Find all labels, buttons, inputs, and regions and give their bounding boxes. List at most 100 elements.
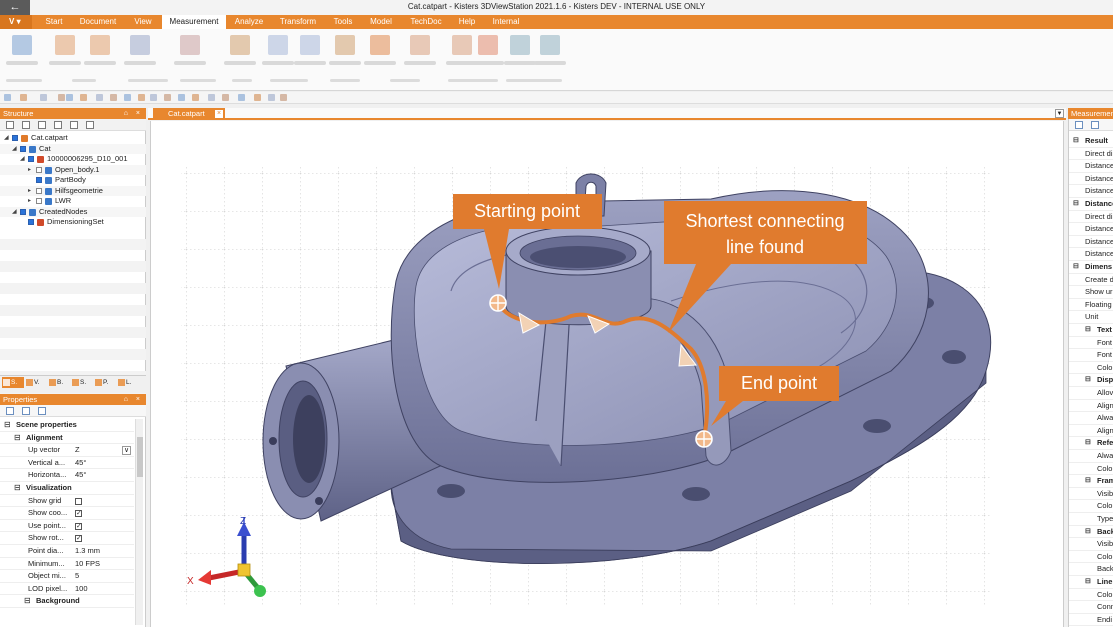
tab-analyze[interactable]: Analyze: [229, 15, 269, 29]
chevron-down-icon[interactable]: ◢: [20, 156, 25, 162]
measurement-property[interactable]: Floating: [1069, 299, 1113, 312]
measurement-property[interactable]: Distance: [1069, 185, 1113, 198]
property-value[interactable]: 5: [75, 570, 79, 583]
measurement-property[interactable]: Align: [1069, 400, 1113, 413]
quick-access-icon[interactable]: [268, 94, 275, 101]
ribbon-tool-icon[interactable]: [478, 35, 498, 55]
ribbon-tool-icon[interactable]: [55, 35, 75, 55]
tree-node[interactable]: DimensioningSet: [0, 217, 146, 228]
measurement-category[interactable]: ⊟ Fram: [1069, 475, 1113, 488]
ribbon-tool-icon[interactable]: [540, 35, 560, 55]
chevron-down-icon[interactable]: ◢: [12, 146, 17, 152]
property-row[interactable]: Object mi... 5: [0, 570, 134, 583]
ribbon-tool-icon[interactable]: [90, 35, 110, 55]
property-checkbox[interactable]: ✓: [75, 522, 82, 530]
tree-node[interactable]: ◢ 10000006295_D10_001: [0, 154, 146, 165]
ribbon-tool-icon[interactable]: [335, 35, 355, 55]
alphabetical-icon[interactable]: [1091, 121, 1099, 129]
quick-access-icon[interactable]: [138, 94, 145, 101]
ribbon-tool-icon[interactable]: [510, 35, 530, 55]
chevron-down-icon[interactable]: ◢: [12, 209, 17, 215]
quick-access-icon[interactable]: [222, 94, 229, 101]
tab-view[interactable]: View: [127, 15, 159, 29]
panel-tab[interactable]: V.: [25, 377, 47, 388]
measurement-property[interactable]: Distance: [1069, 248, 1113, 261]
ribbon-tool-icon[interactable]: [410, 35, 430, 55]
chevron-down-icon[interactable]: [20, 220, 25, 225]
quick-access-icon[interactable]: [96, 94, 103, 101]
visibility-checkbox[interactable]: [36, 177, 42, 183]
tree-node[interactable]: ◢ CreatedNodes: [0, 206, 146, 217]
collapse-icon[interactable]: ⊟: [1085, 576, 1091, 588]
quick-access-icon[interactable]: [192, 94, 199, 101]
measurement-property[interactable]: Back: [1069, 563, 1113, 576]
visibility-checkbox[interactable]: [20, 208, 26, 215]
properties-scrollbar[interactable]: [135, 419, 143, 625]
tree-node[interactable]: PartBody: [0, 175, 146, 186]
panel-tab[interactable]: P.: [94, 377, 116, 388]
measurement-property[interactable]: Alwa: [1069, 412, 1113, 425]
measurement-category[interactable]: ⊟ Line: [1069, 576, 1113, 589]
tree-node[interactable]: ▸ LWR: [0, 196, 146, 207]
property-row[interactable]: Use point... ✓: [0, 520, 134, 533]
collapse-icon[interactable]: ⊟: [1085, 374, 1091, 386]
property-value[interactable]: 10 FPS: [75, 558, 100, 571]
measurement-category[interactable]: ⊟ Disp: [1069, 374, 1113, 387]
quick-access-icon[interactable]: [254, 94, 261, 101]
property-value[interactable]: 100: [75, 583, 88, 596]
chevron-right-icon[interactable]: ▸: [28, 188, 33, 194]
tab-techdoc[interactable]: TechDoc: [404, 15, 448, 29]
collapse-all-icon[interactable]: [22, 121, 30, 129]
measurement-property[interactable]: Endi: [1069, 614, 1113, 627]
close-tab-icon[interactable]: ×: [215, 110, 223, 118]
property-row[interactable]: Show coo... ✓: [0, 507, 134, 520]
property-pages-icon[interactable]: [38, 407, 46, 415]
measurement-property[interactable]: Allov: [1069, 387, 1113, 400]
property-row[interactable]: Show rot... ✓: [0, 532, 134, 545]
chevron-down-icon[interactable]: ▼: [1055, 109, 1064, 118]
tab-transform[interactable]: Transform: [274, 15, 322, 29]
quick-access-icon[interactable]: [58, 94, 65, 101]
visibility-checkbox[interactable]: [28, 156, 34, 162]
scrollbar-thumb[interactable]: [137, 437, 143, 477]
expand-all-icon[interactable]: [6, 121, 14, 129]
quick-access-icon[interactable]: [238, 94, 245, 101]
property-checkbox[interactable]: [75, 497, 82, 505]
property-value[interactable]: 1.3 mm: [75, 545, 100, 558]
back-button[interactable]: ←: [0, 0, 30, 15]
panel-pin-close-buttons[interactable]: ⌂ ×: [124, 394, 143, 405]
measurement-property[interactable]: Font: [1069, 337, 1113, 350]
tab-start[interactable]: Start: [38, 15, 70, 29]
property-row[interactable]: Horizonta... 45°: [0, 469, 134, 482]
quick-access-icon[interactable]: [40, 94, 47, 101]
collapse-icon[interactable]: ⊟: [1085, 324, 1091, 336]
ribbon-tool-icon[interactable]: [370, 35, 390, 55]
categorized-icon[interactable]: [1075, 121, 1083, 129]
measurement-property[interactable]: Distance: [1069, 160, 1113, 173]
ribbon-tool-icon[interactable]: [268, 35, 288, 55]
quick-access-icon[interactable]: [80, 94, 87, 101]
property-value[interactable]: 45°: [75, 469, 86, 482]
collapse-icon[interactable]: [54, 121, 62, 129]
app-menu-button[interactable]: V ▾: [0, 15, 32, 29]
measurement-property[interactable]: Alwa: [1069, 450, 1113, 463]
tree-node[interactable]: ◢ Cat.catpart: [0, 133, 146, 144]
measurement-property[interactable]: Distance: [1069, 173, 1113, 186]
collapse-icon[interactable]: ⊟: [4, 419, 11, 432]
end-point-marker[interactable]: [695, 430, 713, 448]
panel-tab[interactable]: B.: [48, 377, 70, 388]
measurement-property[interactable]: Show ur: [1069, 286, 1113, 299]
visibility-checkbox[interactable]: [12, 135, 18, 141]
quick-access-icon[interactable]: [110, 94, 117, 101]
property-row[interactable]: Show grid: [0, 495, 134, 508]
quick-access-icon[interactable]: [178, 94, 185, 101]
measurement-property[interactable]: Font: [1069, 349, 1113, 362]
panel-tab[interactable]: S.: [2, 377, 24, 388]
tree-node[interactable]: ▸ Open_body.1: [0, 164, 146, 175]
collapse-icon[interactable]: ⊟: [1073, 198, 1079, 210]
ribbon-tool-icon[interactable]: [452, 35, 472, 55]
property-category[interactable]: ⊟ Visualization: [0, 482, 134, 495]
property-category[interactable]: ⊟ Alignment: [0, 432, 134, 445]
measurement-category[interactable]: ⊟ Result: [1069, 135, 1113, 148]
visibility-checkbox[interactable]: [28, 219, 34, 225]
